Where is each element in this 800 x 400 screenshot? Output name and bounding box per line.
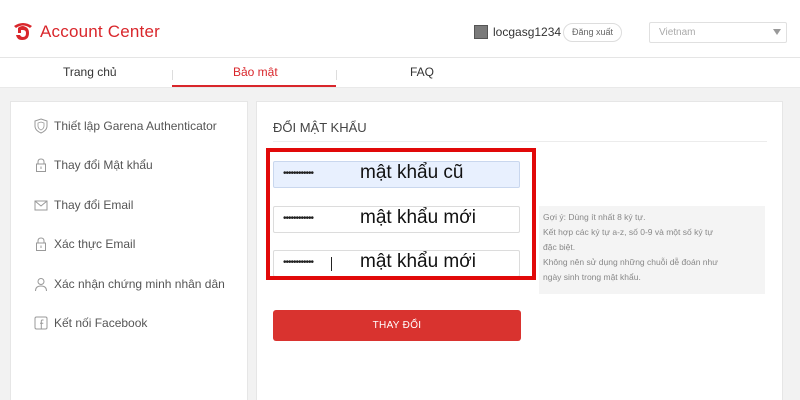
sidebar-item-label: Thiết lập Garena Authenticator <box>54 119 217 133</box>
hint-line: Gợi ý: Dùng ít nhất 8 ký tự. <box>543 212 646 222</box>
shield-icon <box>34 118 48 134</box>
change-password-panel: ĐỔI MẬT KHẨU •••••••••••• mật khẩu cũ ••… <box>256 101 783 400</box>
divider <box>273 141 767 142</box>
person-icon <box>35 278 47 292</box>
sidebar-item-label: Thay đổi Email <box>54 198 134 212</box>
tab-divider <box>172 70 173 80</box>
envelope-icon <box>34 200 48 211</box>
sidebar-item-change-email[interactable]: Thay đổi Email <box>11 194 249 220</box>
sidebar-item-verify-email[interactable]: Xác thực Email <box>11 233 249 259</box>
app-title: Account Center <box>40 22 160 41</box>
country-value: Vietnam <box>659 27 696 38</box>
avatar[interactable] <box>474 25 488 39</box>
facebook-icon <box>34 316 48 330</box>
active-tab-indicator <box>172 85 336 87</box>
sidebar-item-label: Xác thực Email <box>54 237 136 251</box>
annotation-highlight-box <box>266 148 536 280</box>
top-header: Account Center locgasg1234 Đăng xuất Vie… <box>0 0 800 58</box>
tab-home[interactable]: Trang chủ <box>63 65 117 79</box>
tab-faq[interactable]: FAQ <box>410 65 434 79</box>
sidebar-item-authenticator[interactable]: Thiết lập Garena Authenticator <box>11 115 249 141</box>
lock-icon <box>36 237 46 251</box>
tab-bar: Trang chủ Bảo mật FAQ <box>0 58 800 88</box>
logout-button[interactable]: Đăng xuất <box>563 23 622 42</box>
password-hint-box: Gợi ý: Dùng ít nhất 8 ký tự. Kết hợp các… <box>539 206 765 294</box>
sidebar-item-facebook[interactable]: Kết nối Facebook <box>11 312 249 338</box>
sidebar-item-change-password[interactable]: Thay đổi Mật khẩu <box>11 154 249 180</box>
sidebar-item-label: Kết nối Facebook <box>54 316 148 330</box>
chevron-down-icon <box>773 29 781 35</box>
page-title: ĐỔI MẬT KHẨU <box>273 120 367 135</box>
hint-line: Kết hợp các ký tự a-z, số 0-9 và một số … <box>543 227 714 237</box>
sidebar-item-id-verification[interactable]: Xác nhận chứng minh nhân dân <box>11 273 249 299</box>
country-select[interactable]: Vietnam <box>649 22 787 43</box>
sidebar-item-label: Xác nhận chứng minh nhân dân <box>54 277 225 291</box>
username[interactable]: locgasg1234 <box>493 25 561 39</box>
hint-line: đặc biệt. <box>543 242 576 252</box>
hint-line: ngày sinh trong mật khẩu. <box>543 272 641 282</box>
hint-line: Không nên sử dụng những chuỗi dễ đoán nh… <box>543 257 718 267</box>
sidebar: Thiết lập Garena Authenticator Thay đổi … <box>10 101 248 400</box>
sidebar-item-label: Thay đổi Mật khẩu <box>54 158 153 172</box>
tab-divider <box>336 70 337 80</box>
change-password-button[interactable]: THAY ĐỔI <box>273 310 521 341</box>
garena-logo-icon[interactable] <box>12 20 34 42</box>
lock-icon <box>36 158 46 172</box>
tab-security[interactable]: Bảo mật <box>233 65 278 79</box>
